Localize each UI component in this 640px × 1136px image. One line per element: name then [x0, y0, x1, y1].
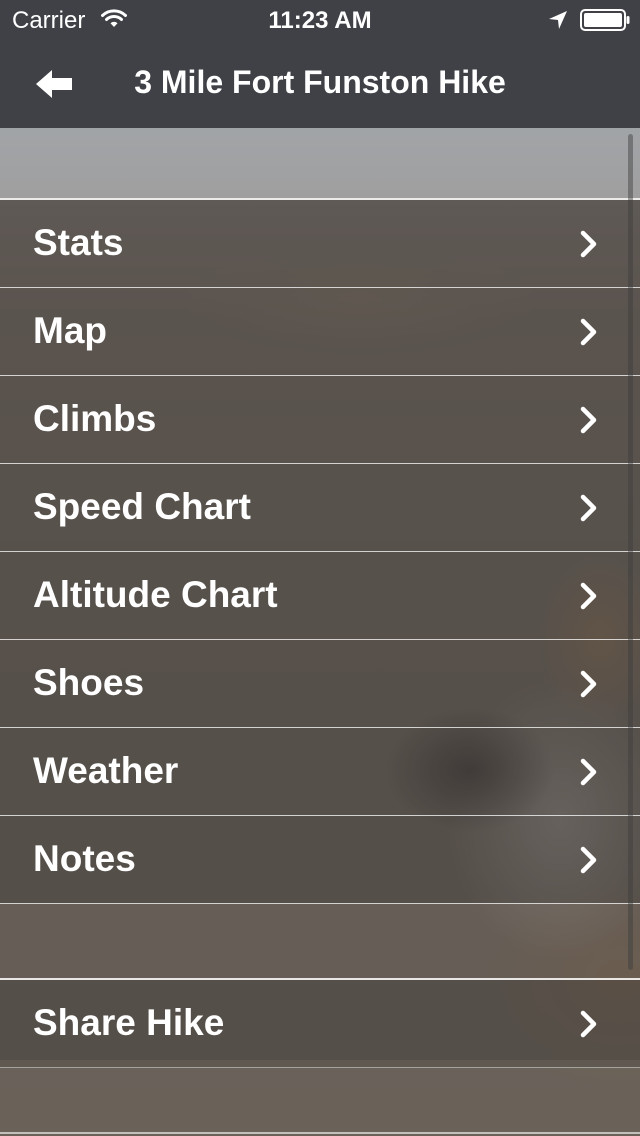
menu-item-label: Weather — [33, 750, 179, 791]
menu-item-shoes[interactable]: Shoes — [0, 640, 640, 728]
chevron-right-icon — [580, 846, 597, 874]
section-spacer — [0, 904, 640, 978]
menu-item-share-hike[interactable]: Share Hike — [0, 980, 640, 1068]
menu-item-label: Notes — [33, 838, 136, 879]
menu-item-label: Altitude Chart — [33, 574, 278, 615]
location-icon — [549, 11, 567, 29]
chevron-right-icon — [580, 670, 597, 698]
scroll-indicator[interactable] — [628, 134, 633, 970]
chevron-right-icon — [580, 582, 597, 610]
clock: 11:23 AM — [268, 7, 372, 34]
menu-item-label: Stats — [33, 222, 124, 263]
chevron-right-icon — [580, 494, 597, 522]
menu-item-map[interactable]: Map — [0, 288, 640, 376]
menu-item-label: Speed Chart — [33, 486, 251, 527]
hike-menu: Stats Map Climbs Speed Chart Altitude Ch… — [0, 198, 640, 1068]
menu-section-share: Share Hike — [0, 978, 640, 1068]
menu-item-weather[interactable]: Weather — [0, 728, 640, 816]
navigation-bar: 3 Mile Fort Funston Hike — [0, 40, 640, 128]
footer-band — [0, 1060, 640, 1136]
chevron-right-icon — [580, 758, 597, 786]
chevron-right-icon — [580, 318, 597, 346]
menu-item-label: Map — [33, 310, 107, 351]
status-bar: Carrier 11:23 AM — [0, 0, 640, 40]
menu-item-climbs[interactable]: Climbs — [0, 376, 640, 464]
menu-item-label: Climbs — [33, 398, 157, 439]
menu-item-speed-chart[interactable]: Speed Chart — [0, 464, 640, 552]
menu-item-label: Shoes — [33, 662, 145, 703]
chevron-right-icon — [580, 1010, 597, 1038]
menu-item-label: Share Hike — [33, 1002, 225, 1043]
menu-section-details: Stats Map Climbs Speed Chart Altitude Ch… — [0, 198, 640, 904]
page-title: 3 Mile Fort Funston Hike — [134, 64, 506, 100]
header-band — [0, 128, 640, 198]
chevron-right-icon — [580, 230, 597, 258]
battery-icon — [580, 9, 630, 31]
chevron-right-icon — [580, 406, 597, 434]
menu-item-stats[interactable]: Stats — [0, 200, 640, 288]
divider — [0, 1132, 640, 1134]
menu-item-altitude-chart[interactable]: Altitude Chart — [0, 552, 640, 640]
menu-item-notes[interactable]: Notes — [0, 816, 640, 904]
